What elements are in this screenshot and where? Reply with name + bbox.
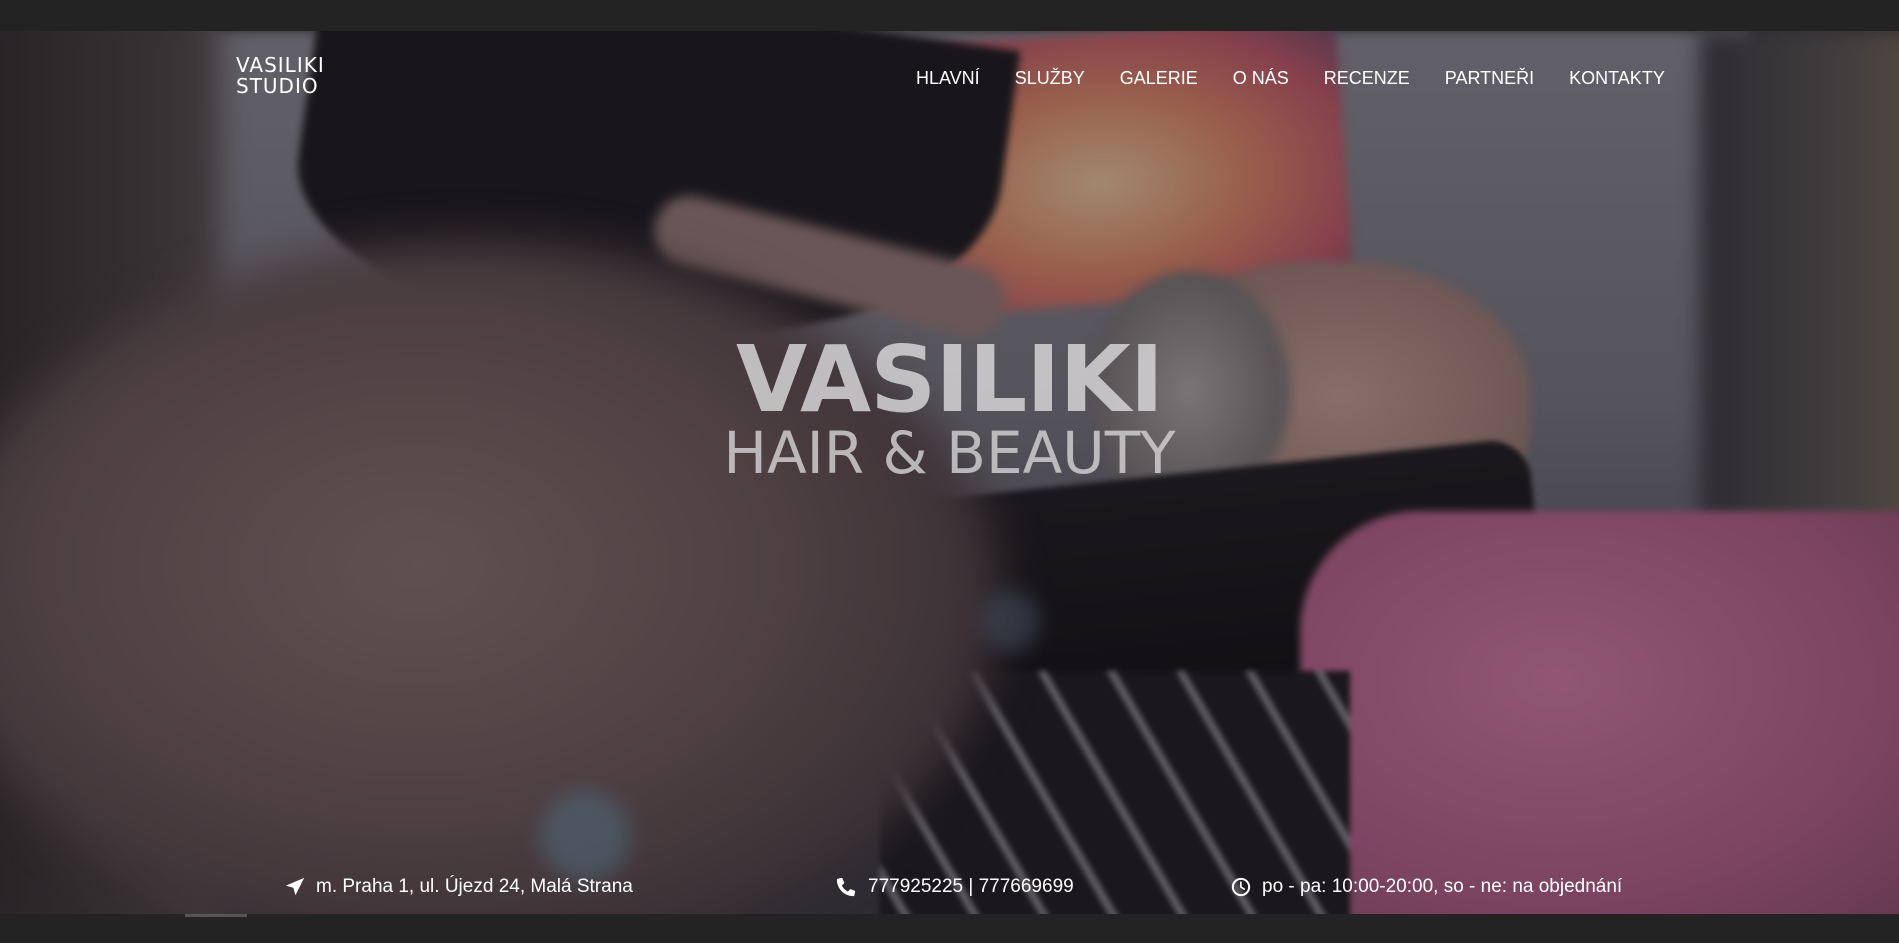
bottom-tab-indicator (185, 914, 247, 917)
location-arrow-icon (285, 877, 305, 896)
top-bar (0, 0, 1899, 31)
nav-item-o-nas[interactable]: O NÁS (1233, 68, 1289, 89)
hours-text: po - pa: 10:00-20:00, so - ne: na objedn… (1262, 876, 1623, 897)
hero-subtitle: HAIR & BEAUTY (723, 419, 1176, 487)
address-text: m. Praha 1, ul. Újezd 24, Malá Strana (316, 876, 633, 897)
logo-line-2: STUDIO (236, 74, 319, 98)
nav-item-partneri[interactable]: PARTNEŘI (1445, 68, 1534, 89)
address-info: m. Praha 1, ul. Újezd 24, Malá Strana (284, 876, 633, 898)
logo-line-1: VASILIKI (236, 53, 325, 77)
site-logo[interactable]: VASILIKI STUDIO (236, 55, 325, 97)
nav-item-sluzby[interactable]: SLUŽBY (1015, 68, 1085, 89)
phone-info: 777925225 | 777669699 (836, 876, 1074, 898)
hero-title: VASILIKI (735, 326, 1164, 433)
hours-info: po - pa: 10:00-20:00, so - ne: na objedn… (1230, 876, 1622, 898)
phone-text[interactable]: 777925225 | 777669699 (868, 876, 1074, 898)
nav-item-kontakty[interactable]: KONTAKTY (1569, 68, 1665, 89)
nav-item-recenze[interactable]: RECENZE (1324, 68, 1410, 89)
clock-icon (1231, 877, 1251, 897)
main-nav: HLAVNÍ SLUŽBY GALERIE O NÁS RECENZE PART… (916, 68, 1665, 89)
nav-item-galerie[interactable]: GALERIE (1120, 68, 1198, 89)
nav-item-hlavni[interactable]: HLAVNÍ (916, 68, 980, 89)
phone-icon (836, 877, 856, 897)
bottom-bar (0, 914, 1899, 943)
